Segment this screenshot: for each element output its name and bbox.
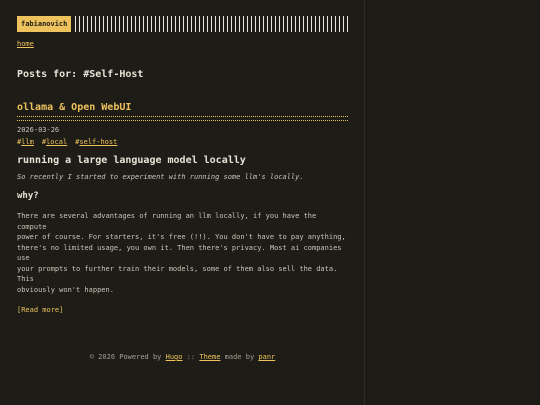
main-nav: home bbox=[17, 40, 348, 50]
footer-separator: :: bbox=[186, 353, 196, 361]
right-panel bbox=[364, 0, 540, 405]
tag-label: llm bbox=[21, 138, 34, 146]
footer-hugo-link[interactable]: Hugo bbox=[166, 353, 183, 361]
excerpt-line: obviously won't happen. bbox=[17, 285, 114, 294]
footer-author-link[interactable]: panr bbox=[258, 353, 275, 361]
excerpt-line: power of course. For starters, it's free… bbox=[17, 233, 346, 241]
footer-made-by: made by bbox=[224, 353, 255, 361]
post-date: 2026-03-26 bbox=[17, 126, 60, 134]
footer-theme-link[interactable]: Theme bbox=[199, 353, 220, 361]
footer-copyright: © 2026 Powered by bbox=[89, 353, 162, 361]
excerpt-line: there's no limited usage, you own it. Th… bbox=[17, 243, 342, 263]
main-container: fabianovich home Posts for: #Self-Host o… bbox=[17, 15, 348, 314]
excerpt-line: your prompts to further train their mode… bbox=[17, 264, 338, 284]
tag-label: self-host bbox=[79, 138, 118, 146]
tag-label: local bbox=[46, 138, 68, 146]
logo-cursor-bars bbox=[74, 16, 348, 32]
post-tags: #llm #local #self-host bbox=[17, 138, 348, 146]
site-logo[interactable]: fabianovich bbox=[17, 16, 72, 32]
post-excerpt: There are several advantages of running … bbox=[17, 211, 348, 295]
post-title-link[interactable]: ollama & Open WebUI bbox=[17, 102, 348, 113]
excerpt-line: There are several advantages of running … bbox=[17, 212, 317, 231]
tag-llm[interactable]: #llm bbox=[17, 138, 34, 146]
site-header: fabianovich bbox=[17, 15, 348, 33]
read-more-link[interactable]: [Read more] bbox=[17, 306, 348, 314]
tag-self-host[interactable]: #self-host bbox=[75, 138, 117, 146]
nav-home-link[interactable]: home bbox=[17, 40, 34, 48]
post-subheading: why? bbox=[17, 191, 39, 201]
page-title: Posts for: #Self-Host bbox=[17, 69, 144, 80]
post-intro: So recently I started to experiment with… bbox=[17, 173, 304, 181]
site-footer: © 2026 Powered by Hugo :: Theme made by … bbox=[17, 353, 348, 361]
post-heading: running a large language model locally bbox=[17, 155, 246, 166]
tag-local[interactable]: #local bbox=[42, 138, 67, 146]
title-divider bbox=[17, 116, 348, 121]
